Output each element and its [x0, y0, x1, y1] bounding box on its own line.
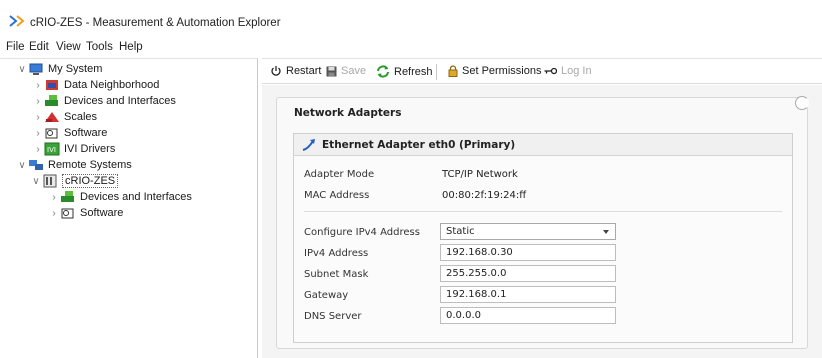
- collapsed-chevron-icon[interactable]: ›: [32, 144, 44, 155]
- menu-edit[interactable]: Edit: [29, 41, 49, 53]
- refresh-label: Refresh: [394, 65, 433, 78]
- window-title: cRIO-ZES - Measurement & Automation Expl…: [30, 17, 281, 29]
- expanded-chevron-icon[interactable]: ∨: [16, 64, 28, 75]
- svg-text:IVI: IVI: [47, 146, 56, 154]
- configure-ipv4-selected-value: Static: [446, 226, 475, 237]
- tree-item-scales[interactable]: › Scales: [32, 109, 97, 125]
- dns-server-input[interactable]: 0.0.0.0: [440, 307, 616, 324]
- tree-label: IVI Drivers: [64, 143, 116, 155]
- log-in-button[interactable]: Log In: [544, 65, 592, 77]
- expanded-chevron-icon[interactable]: ∨: [16, 160, 28, 171]
- menu-help[interactable]: Help: [119, 41, 143, 53]
- toolbar: Restart Save Refresh Set Permissions Log…: [262, 58, 822, 84]
- tree-item-crio-software[interactable]: › Software: [48, 205, 123, 221]
- adapter-mode-value: TCP/IP Network: [442, 169, 518, 180]
- restart-button[interactable]: Restart: [270, 65, 321, 77]
- devices-interfaces-icon: [45, 95, 58, 106]
- collapsed-chevron-icon[interactable]: ›: [32, 112, 44, 123]
- collapsed-chevron-icon[interactable]: ›: [32, 128, 44, 139]
- mae-app-icon: [9, 15, 25, 27]
- tree-item-crio-zes[interactable]: ∨ cRIO-ZES: [30, 173, 119, 189]
- gateway-label: Gateway: [304, 290, 349, 301]
- refresh-button[interactable]: Refresh: [376, 65, 433, 78]
- ipv4-address-label: IPv4 Address: [304, 248, 369, 259]
- lock-icon: [448, 65, 458, 77]
- adapter-header[interactable]: Ethernet Adapter eth0 (Primary): [294, 134, 792, 156]
- configure-ipv4-label: Configure IPv4 Address: [304, 227, 420, 238]
- tree-item-crio-devices-interfaces[interactable]: › Devices and Interfaces: [48, 189, 192, 205]
- tree-label: Software: [64, 127, 108, 139]
- main-content: Network Adapters Ethernet Adapter eth0 (…: [262, 85, 822, 358]
- tree-label: My System: [48, 63, 103, 75]
- collapse-arrow-icon[interactable]: [302, 138, 316, 152]
- ivi-drivers-icon: IVI: [44, 142, 60, 156]
- section-divider: [304, 211, 782, 212]
- tree-item-data-neighborhood[interactable]: › Data Neighborhood: [32, 77, 159, 93]
- save-label: Save: [341, 65, 367, 77]
- key-icon: [544, 67, 557, 75]
- subnet-mask-input[interactable]: 255.255.0.0: [440, 265, 616, 282]
- menu-view[interactable]: View: [56, 41, 81, 53]
- log-in-label: Log In: [561, 65, 592, 77]
- crio-target-icon: [43, 174, 57, 188]
- tree-label: Devices and Interfaces: [80, 191, 192, 203]
- tree-item-my-system[interactable]: ∨ My System: [16, 61, 102, 77]
- toolbar-divider: [436, 64, 437, 80]
- power-icon: [271, 66, 281, 76]
- scales-icon: [45, 112, 59, 122]
- collapsed-chevron-icon[interactable]: ›: [48, 192, 60, 203]
- tree-label: Remote Systems: [48, 159, 132, 171]
- menu-file[interactable]: File: [6, 41, 25, 53]
- collapsed-chevron-icon[interactable]: ›: [48, 208, 60, 219]
- ipv4-address-input[interactable]: 192.168.0.30: [440, 244, 616, 261]
- save-button[interactable]: Save: [326, 65, 366, 77]
- refresh-icon: [377, 65, 389, 78]
- tree-item-ivi-drivers[interactable]: › IVI IVI Drivers: [32, 141, 115, 157]
- mac-address-label: MAC Address: [304, 190, 370, 201]
- restart-label: Restart: [286, 65, 322, 77]
- configuration-tree[interactable]: ∨ My System › Data Neighborhood › Device…: [0, 58, 258, 358]
- dropdown-caret-icon: [603, 230, 609, 234]
- gateway-input[interactable]: 192.168.0.1: [440, 286, 616, 303]
- set-permissions-button[interactable]: Set Permissions: [448, 65, 541, 77]
- adapter-title: Ethernet Adapter eth0 (Primary): [322, 139, 516, 151]
- tree-label: Software: [80, 207, 124, 219]
- menu-bar: File Edit View Tools Help: [0, 38, 822, 58]
- tree-item-remote-systems[interactable]: ∨ Remote Systems: [16, 157, 132, 173]
- devices-interfaces-icon: [61, 191, 74, 202]
- title-bar: cRIO-ZES - Measurement & Automation Expl…: [0, 0, 822, 38]
- remote-systems-icon: [29, 160, 43, 170]
- menu-tools[interactable]: Tools: [86, 41, 113, 53]
- collapsed-chevron-icon[interactable]: ›: [32, 80, 44, 91]
- network-adapters-panel: Network Adapters Ethernet Adapter eth0 (…: [276, 96, 809, 349]
- tree-label: Devices and Interfaces: [64, 95, 176, 107]
- configure-ipv4-select[interactable]: Static: [440, 223, 616, 240]
- collapsed-chevron-icon[interactable]: ›: [32, 96, 44, 107]
- panel-title: Network Adapters: [294, 107, 402, 119]
- tree-item-software[interactable]: › Software: [32, 125, 107, 141]
- software-icon: [61, 208, 74, 219]
- tree-label: cRIO-ZES: [62, 174, 119, 188]
- data-neighborhood-icon: [46, 80, 58, 90]
- dns-server-label: DNS Server: [304, 311, 362, 322]
- ethernet-adapter-section: Ethernet Adapter eth0 (Primary) Adapter …: [293, 133, 793, 343]
- software-icon: [45, 128, 58, 139]
- set-permissions-label: Set Permissions: [462, 65, 542, 77]
- tree-label: Data Neighborhood: [64, 79, 160, 91]
- computer-icon: [29, 63, 43, 75]
- tree-label: Scales: [64, 111, 98, 123]
- adapter-mode-label: Adapter Mode: [304, 169, 375, 180]
- loading-spinner-icon: [795, 96, 809, 110]
- save-icon: [326, 66, 337, 76]
- expanded-chevron-icon[interactable]: ∨: [30, 176, 42, 187]
- subnet-mask-label: Subnet Mask: [304, 269, 369, 280]
- mac-address-value: 00:80:2f:19:24:ff: [442, 190, 527, 201]
- tree-item-devices-interfaces[interactable]: › Devices and Interfaces: [32, 93, 176, 109]
